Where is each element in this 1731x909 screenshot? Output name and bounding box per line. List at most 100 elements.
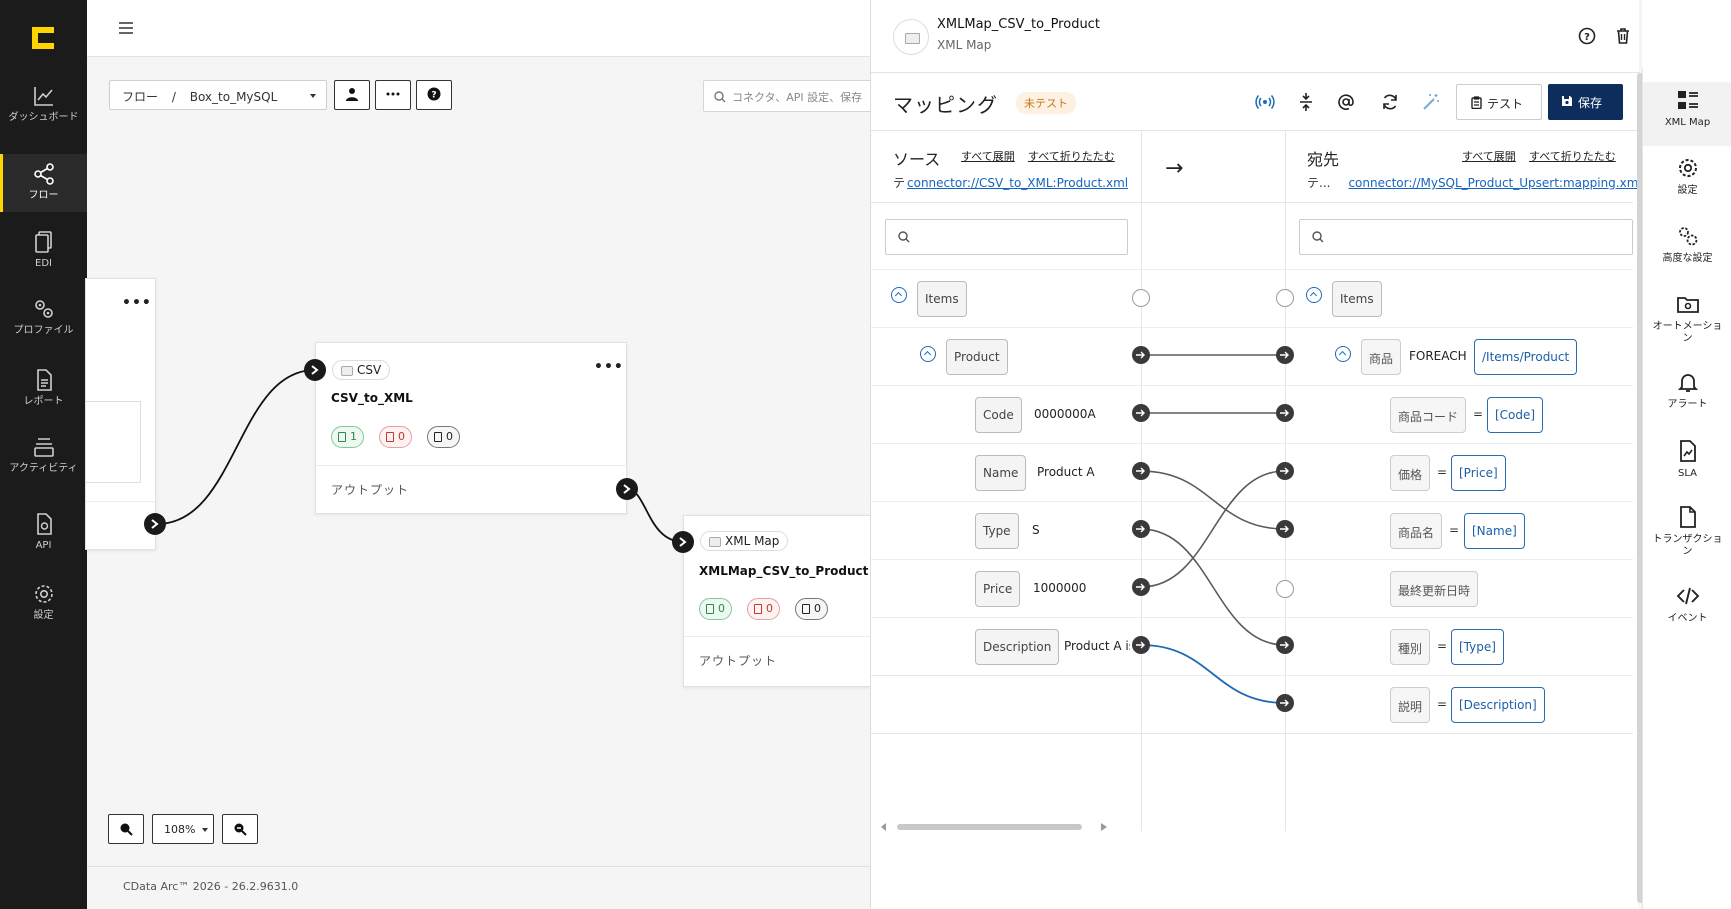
nav-item-dashboard[interactable]: ダッシュボード [0, 84, 87, 123]
nav-item-label: プロファイル [13, 325, 74, 336]
rail-item-transaction[interactable]: トランザクション [1643, 505, 1731, 558]
node-more-icon[interactable]: ••• [594, 359, 624, 375]
mapping-line-type [1140, 528, 1286, 646]
node-preview-box [86, 401, 141, 483]
zoom-in-button[interactable] [108, 814, 144, 844]
pending-count-pill[interactable]: 0 [427, 426, 460, 448]
mapping-line-price [1140, 470, 1286, 588]
dest-mapped-dot[interactable] [1276, 694, 1294, 712]
rail-item-label: イベント [1667, 613, 1708, 624]
rail-item-label: 設定 [1677, 185, 1698, 196]
source-mapped-dot[interactable] [1132, 346, 1150, 364]
flow-node-partial[interactable]: ••• [85, 278, 157, 550]
footer-divider [87, 866, 871, 867]
node-output-label: アウトプット [699, 654, 778, 668]
xml-map-file-icon [709, 537, 721, 547]
chart-line-icon [33, 87, 53, 106]
chevron-right-icon [151, 519, 159, 529]
nav-item-label: ダッシュボード [8, 112, 79, 123]
rail-item-xml-map[interactable]: XML Map [1643, 82, 1731, 146]
nav-item-flow[interactable]: フロー [0, 154, 87, 212]
arrow-right-icon [1136, 351, 1145, 359]
dest-mapped-dot[interactable] [1276, 404, 1294, 422]
flow-node-xmlmap[interactable]: XML Map XMLMap_CSV_to_Product 0 0 0 アウトプ… [683, 515, 874, 687]
pending-count-pill[interactable]: 0 [795, 598, 828, 620]
api-file-icon [36, 513, 52, 535]
flow-node-csv-to-xml[interactable]: CSV ••• CSV_to_XML 1 0 0 アウトプット [315, 342, 628, 514]
nav-item-api[interactable]: API [0, 512, 87, 551]
dest-mapped-dot[interactable] [1276, 462, 1294, 480]
node-output-port[interactable] [144, 513, 166, 535]
node-divider [86, 501, 157, 502]
pending-count: 0 [814, 602, 821, 615]
node-input-port[interactable] [672, 531, 694, 553]
source-mapped-dot[interactable] [1132, 578, 1150, 596]
file-pending-icon [434, 432, 442, 442]
node-title: CSV_to_XML [331, 391, 413, 405]
nav-item-label: EDI [35, 258, 52, 269]
source-mapped-dot[interactable] [1132, 462, 1150, 480]
zoom-out-icon [234, 823, 247, 836]
rail-item-sla[interactable]: SLA [1643, 439, 1731, 480]
node-title: XMLMap_CSV_to_Product [699, 564, 869, 578]
zoom-in-icon [120, 823, 133, 836]
file-pending-icon [802, 604, 810, 614]
node-more-icon[interactable]: ••• [122, 295, 152, 311]
source-mapped-dot[interactable] [1132, 520, 1150, 538]
source-horizontal-scrollbar[interactable] [881, 823, 1121, 831]
cdata-logo-icon[interactable] [30, 25, 56, 51]
nav-item-settings[interactable]: 設定 [0, 582, 87, 621]
arrow-right-icon [1280, 351, 1289, 359]
rail-item-alert[interactable]: アラート [1643, 370, 1731, 411]
rail-item-label: SLA [1678, 468, 1697, 479]
layers-icon [33, 438, 54, 457]
rail-item-advanced[interactable]: 高度な設定 [1643, 224, 1731, 265]
rail-item-event[interactable]: イベント [1643, 584, 1731, 625]
nav-item-report[interactable]: レポート [0, 368, 87, 407]
sla-document-icon [1679, 440, 1696, 462]
nav-item-profile[interactable]: プロファイル [0, 297, 87, 336]
source-mapped-dot[interactable] [1132, 636, 1150, 654]
success-count-pill[interactable]: 1 [331, 426, 364, 448]
zoom-level: 108% [164, 823, 196, 836]
dest-mapped-dot[interactable] [1276, 636, 1294, 654]
node-type-label: XML Map [725, 534, 780, 548]
version-footer: CData Arc™ 2026 - 26.2.9631.0 [123, 880, 299, 893]
error-count-pill[interactable]: 0 [379, 426, 412, 448]
rail-item-automation[interactable]: オートメーション [1643, 292, 1731, 345]
file-error-icon [386, 432, 394, 442]
rail-item-label: トランザクション [1652, 534, 1723, 557]
nav-item-activity[interactable]: アクティビティ [0, 435, 87, 474]
csv-file-icon [341, 366, 353, 376]
success-count-pill[interactable]: 0 [699, 598, 732, 620]
rail-item-label: XML Map [1664, 117, 1711, 128]
chevron-right-icon [311, 365, 319, 375]
dest-mapped-dot[interactable] [1276, 346, 1294, 364]
chevron-right-icon [679, 537, 687, 547]
dest-mapped-dot[interactable] [1276, 520, 1294, 538]
file-success-icon [706, 604, 714, 614]
mapping-lines [1140, 354, 1286, 704]
flow-canvas: フロー / Box_to_MySQL ? コネクタ、API 設定、保存 ••• … [85, 0, 883, 909]
scrollbar-thumb[interactable] [897, 824, 1082, 830]
error-count: 0 [398, 430, 405, 443]
arrow-right-icon [1280, 699, 1289, 707]
rail-item-settings[interactable]: 設定 [1643, 156, 1731, 197]
zoom-out-button[interactable] [222, 814, 258, 844]
arrow-right-icon [1280, 525, 1289, 533]
node-output-port[interactable] [616, 478, 638, 500]
rail-top-spacer [1642, 0, 1731, 68]
pending-count: 0 [446, 430, 453, 443]
rail-item-label: アラート [1667, 399, 1708, 410]
error-count-pill[interactable]: 0 [747, 598, 780, 620]
scroll-left-icon[interactable] [881, 823, 887, 831]
scroll-right-icon[interactable] [1101, 823, 1107, 831]
nav-item-edi[interactable]: EDI [0, 230, 87, 269]
arrow-right-icon [1136, 641, 1145, 649]
source-mapped-dot[interactable] [1132, 404, 1150, 422]
arrow-right-icon [1280, 641, 1289, 649]
node-type-tag: XML Map [700, 531, 789, 551]
left-navigation: ダッシュボード フロー EDI プロファイル レポート アクティビティ API … [0, 0, 87, 909]
zoom-level-select[interactable]: 108% [152, 814, 214, 844]
node-input-port[interactable] [304, 359, 326, 381]
